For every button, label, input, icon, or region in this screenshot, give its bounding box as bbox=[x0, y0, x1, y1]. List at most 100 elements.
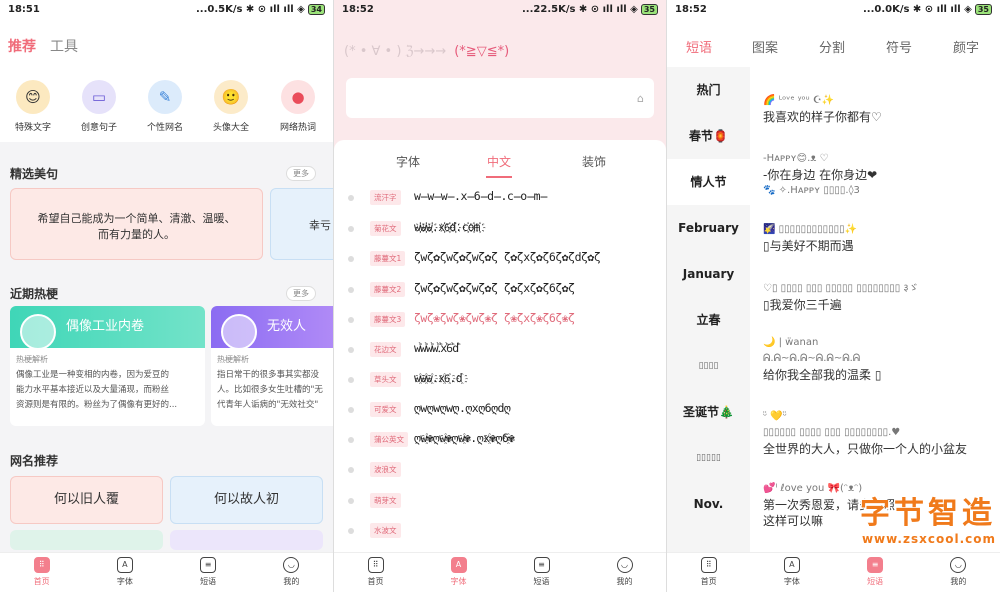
tab-patterns[interactable]: 图案 bbox=[752, 37, 778, 56]
tab-symbols[interactable]: 符号 bbox=[886, 37, 912, 56]
phrase-item[interactable]: ᵕ̈ 💛ᵕ̈ ▯▯▯▯▯▯ ▯▯▯▯ ▯▯▯ ▯▯▯▯▯▯▯▯.♥ 全世界的大人，只… bbox=[763, 409, 967, 457]
category-item[interactable]: 热门 bbox=[667, 67, 750, 113]
bottom-nav: ⠿ 首页 A 字体 ≡ 短语 ◡ 我的 bbox=[334, 552, 666, 592]
nickname-card-partial[interactable] bbox=[10, 530, 163, 550]
nav-font[interactable]: A 字体 bbox=[750, 553, 833, 592]
phrase-item[interactable]: 🌠 ▯▯▯▯▯▯▯▯▯▯▯▯✨ ▯与美好不期而遇 bbox=[763, 222, 857, 254]
phrase-text: -你在身边 在你身边❤ bbox=[763, 168, 878, 182]
profile-icon: ◡ bbox=[283, 557, 300, 573]
status-icons: ...0.5K/s ✱ ⊙ ıll ıll ◈ 34 bbox=[196, 4, 325, 15]
tab-font[interactable]: 字体 bbox=[396, 153, 420, 170]
category-item[interactable]: 春节🏮 bbox=[667, 113, 750, 159]
tab-chinese[interactable]: 中文 bbox=[487, 153, 511, 170]
text-input[interactable]: ⌂ bbox=[346, 78, 654, 118]
style-row[interactable]: 花边文 wꙸwꙸwꙸwꙸ.ꙸxꙸ6ꙸdꙸ bbox=[348, 340, 666, 360]
feature-creative-sentence[interactable]: ▭ 创意句子 bbox=[68, 80, 130, 133]
nav-label: 首页 bbox=[33, 577, 50, 586]
category-item-active[interactable]: 情人节 bbox=[667, 159, 750, 205]
bottom-nav: ⠿ 首页 A 字体 ≡ 短语 ◡ 我的 bbox=[667, 552, 1000, 592]
style-row[interactable]: 藤蔓文1 ζwζ✿ζwζ✿ζwζ✿ζ ζ✿ζxζ✿ζ6ζ✿ζdζ✿ζ bbox=[348, 249, 666, 269]
tab-recommend[interactable]: 推荐 bbox=[8, 39, 36, 55]
nav-mine[interactable]: ◡ 我的 bbox=[583, 553, 666, 592]
category-item[interactable]: January bbox=[667, 251, 750, 297]
hot-card[interactable]: 无效人 热梗解析 指日常干的很多事其实都没 人。比如很多女生吐槽的"无 代青年人诟病… bbox=[211, 306, 333, 426]
phrase-item[interactable]: -Hᴀᴘᴘʏ😊.ᴥ ♡ -你在身边 在你身边❤ 🐾 ✧.Hᴀᴘᴘʏ ▯▯▯▯.◊3 bbox=[763, 151, 877, 199]
nav-label: 首页 bbox=[700, 577, 717, 586]
tab-tools[interactable]: 工具 bbox=[50, 39, 78, 55]
nickname-card[interactable]: 何以旧人覆 bbox=[10, 476, 163, 524]
nickname-card-partial[interactable] bbox=[170, 530, 323, 550]
nav-label: 我的 bbox=[283, 577, 300, 586]
style-preview: ღw҈✾ღw҈✾ღw҈✾.ღx҈✾ღ6҈✾ bbox=[414, 431, 515, 445]
row-dot bbox=[348, 195, 354, 201]
nav-font[interactable]: A 字体 bbox=[83, 553, 166, 592]
style-row[interactable]: 草头文 w҈w҈w҈.x҈6҈.d҈ bbox=[348, 370, 666, 390]
feature-nickname[interactable]: ✎ 个性网名 bbox=[134, 80, 196, 133]
row-dot bbox=[348, 377, 354, 383]
nav-font[interactable]: A 字体 bbox=[417, 553, 500, 592]
category-item[interactable]: Nov. bbox=[667, 481, 750, 527]
tab-phrases[interactable]: 短语 bbox=[686, 37, 712, 56]
category-item[interactable]: ▯▯▯▯ bbox=[667, 343, 750, 389]
quote-text: 幸亏 bbox=[309, 219, 331, 232]
tab-decor[interactable]: 装饰 bbox=[582, 153, 606, 170]
style-row[interactable]: 藤蔓文3 ζwζ❀ζwζ❀ζwζ❀ζ ζ❀ζxζ❀ζ6ζ❀ζ bbox=[348, 310, 666, 330]
nav-phrases[interactable]: ≡ 短语 bbox=[167, 553, 250, 592]
tab-underline bbox=[486, 176, 512, 178]
quote-card[interactable]: 希望自己能成为一个简单、清澈、温暖、而有力量的人。 bbox=[10, 188, 263, 260]
battery-icon: 34 bbox=[307, 4, 325, 15]
feature-avatar[interactable]: 🙂 头像大全 bbox=[200, 80, 262, 133]
style-row[interactable]: 波浪文 bbox=[348, 460, 666, 480]
battery-icon: 35 bbox=[974, 4, 992, 15]
ghost-icon bbox=[221, 314, 257, 350]
category-item[interactable]: ▯▯▯▯▯ bbox=[667, 435, 750, 481]
nav-phrases[interactable]: ≡ 短语 bbox=[500, 553, 583, 592]
more-button-hot[interactable]: 更多 bbox=[286, 286, 316, 301]
status-time: 18:52 bbox=[342, 4, 374, 15]
phrase-item[interactable]: 🌈 ᴸᵒᵛᵉ ʸᵒᵘ ☪✨ 我喜欢的样子你都有♡ bbox=[763, 93, 882, 125]
status-indicators: ...0.5K/s ✱ ⊙ ıll ıll ◈ bbox=[195, 4, 305, 15]
phrase-item[interactable]: 🌙 | ẅanan ᕱ.ᕱ~ᕱ.ᕱ~ᕱ.ᕱ~ᕱ.ᕱ 给你我全部我的温柔 ▯ bbox=[763, 335, 881, 383]
style-row[interactable]: 流汗字 w̶w̶w̶.x̶6̶d̶.c̶o̶m̶ bbox=[348, 188, 666, 208]
feature-hot-words[interactable]: ● 网络热词 bbox=[267, 80, 329, 133]
hot-card[interactable]: 偶像工业内卷 热梗解析 偶像工业是一种变相的内卷，因为爱豆的 能力水平基本接近以及… bbox=[10, 306, 205, 426]
nav-home[interactable]: ⠿ 首页 bbox=[667, 553, 750, 592]
more-button-quotes[interactable]: 更多 bbox=[286, 166, 316, 181]
grid-icon: ⠿ bbox=[367, 557, 384, 573]
nav-mine[interactable]: ◡ 我的 bbox=[917, 553, 1000, 592]
category-item[interactable]: February bbox=[667, 205, 750, 251]
style-preview: ζwζ❀ζwζ❀ζwζ❀ζ ζ❀ζxζ❀ζ6ζ❀ζ bbox=[414, 311, 575, 325]
style-preview: w̶w̶w̶.x̶6̶d̶.c̶o̶m̶ bbox=[414, 189, 547, 203]
clear-icon[interactable]: ⌂ bbox=[637, 92, 644, 105]
nav-home[interactable]: ⠿ 首页 bbox=[334, 553, 417, 592]
row-dot bbox=[348, 498, 354, 504]
category-item[interactable]: 立春 bbox=[667, 297, 750, 343]
style-row[interactable]: 可爱文 ღwღwღwღ.ღxღ6ღdღ bbox=[348, 400, 666, 420]
list-icon: ≡ bbox=[533, 557, 550, 573]
style-row[interactable]: 藤蔓文2 ζwζ✿ζwζ✿ζwζ✿ζ ζ✿ζxζ✿ζ6ζ✿ζ bbox=[348, 280, 666, 300]
row-dot bbox=[348, 287, 354, 293]
nav-home[interactable]: ⠿ 首页 bbox=[0, 553, 83, 592]
style-row[interactable]: 蒲公英文 ღw҈✾ღw҈✾ღw҈✾.ღx҈✾ღ6҈✾ bbox=[348, 430, 666, 450]
category-item[interactable]: 圣诞节🎄 bbox=[667, 389, 750, 435]
phrase-text: 给你我全部我的温柔 ▯ bbox=[763, 368, 882, 382]
quote-card-next[interactable]: 幸亏 bbox=[270, 188, 333, 260]
style-row[interactable]: 萌芽文 bbox=[348, 491, 666, 511]
status-bar: 18:51 ...0.5K/s ✱ ⊙ ıll ıll ◈ 34 bbox=[0, 0, 333, 22]
tab-kaomoji[interactable]: 颜字 bbox=[953, 37, 979, 56]
phrase-decor: ♡▯ ▯▯▯▯ ▯▯▯ ▯▯▯▯▯ ▯▯▯▯▯▯▯▯ ३ゞ bbox=[763, 283, 919, 294]
feature-special-text[interactable]: 😊 特殊文字 bbox=[2, 80, 64, 133]
style-row[interactable]: 水波文 bbox=[348, 521, 666, 541]
nav-mine[interactable]: ◡ 我的 bbox=[250, 553, 333, 592]
phrase-decor: ▯▯▯▯▯▯ ▯▯▯▯ ▯▯▯ ▯▯▯▯▯▯▯▯.♥ bbox=[763, 427, 901, 438]
style-row[interactable]: 菊花文 w҉w҉w҉.x҉6҉d҉.c҉o҉m҉ bbox=[348, 219, 666, 239]
row-dot bbox=[348, 226, 354, 232]
phrase-item[interactable]: ♡▯ ▯▯▯▯ ▯▯▯ ▯▯▯▯▯ ▯▯▯▯▯▯▯▯ ३ゞ ▯我爱你三千遍 bbox=[763, 281, 919, 313]
hot-line: 代青年人诟病的"无效社交" bbox=[217, 400, 319, 410]
nav-phrases[interactable]: ≡ 短语 bbox=[834, 553, 917, 592]
nickname-card[interactable]: 何以故人初 bbox=[170, 476, 323, 524]
phrase-list: 🌈 ᴸᵒᵛᵉ ʸᵒᵘ ☪✨ 我喜欢的样子你都有♡ -Hᴀᴘᴘʏ😊.ᴥ ♡ -你在身边… bbox=[750, 67, 1000, 552]
nav-label: 首页 bbox=[367, 577, 384, 586]
tab-divider[interactable]: 分割 bbox=[819, 37, 845, 56]
phrase-decor: 🌠 ▯▯▯▯▯▯▯▯▯▯▯▯✨ bbox=[763, 224, 858, 235]
